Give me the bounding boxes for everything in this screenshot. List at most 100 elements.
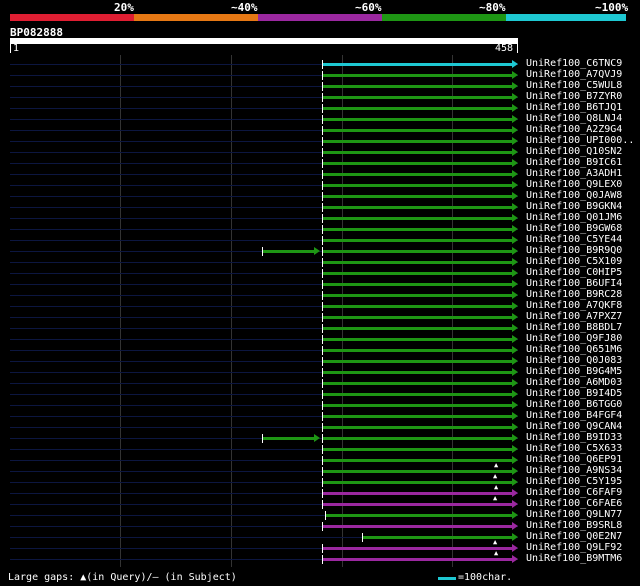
hit-alignment-bar[interactable] [322, 129, 512, 132]
hit-alignment-bar[interactable] [322, 547, 512, 550]
hit-name-link[interactable]: UniRef100_C0HIP5 [526, 267, 622, 278]
hit-name-link[interactable]: UniRef100_C6TNC9 [526, 58, 622, 69]
hit-alignment-bar[interactable] [322, 470, 512, 473]
hit-name-link[interactable]: UniRef100_Q01JM6 [526, 212, 622, 223]
hit-name-link[interactable]: UniRef100_Q9FJ80 [526, 333, 622, 344]
hit-name-link[interactable]: UniRef100_A7PXZ7 [526, 311, 622, 322]
arrow-right-icon [512, 115, 518, 123]
hit-alignment-bar[interactable] [322, 162, 512, 165]
hit-alignment-bar[interactable] [322, 382, 512, 385]
hit-alignment-bar[interactable] [322, 503, 512, 506]
hit-alignment-bar[interactable] [322, 63, 512, 66]
hit-name-link[interactable]: UniRef100_B9SRL8 [526, 520, 622, 531]
hit-name-link[interactable]: UniRef100_A3ADH1 [526, 168, 622, 179]
hit-name-link[interactable]: UniRef100_B9ID33 [526, 432, 622, 443]
hit-alignment-bar[interactable] [322, 250, 512, 253]
hit-alignment-bar[interactable] [322, 404, 512, 407]
hit-name-link[interactable]: UniRef100_B8BDL7 [526, 322, 622, 333]
hit-name-link[interactable]: UniRef100_B9IC61 [526, 157, 622, 168]
hit-alignment-bar[interactable] [322, 206, 512, 209]
hit-name-link[interactable]: UniRef100_A7QKF8 [526, 300, 622, 311]
hit-alignment-bar[interactable] [322, 151, 512, 154]
hit-name-link[interactable]: UniRef100_B9MTM6 [526, 553, 622, 564]
hit-name-link[interactable]: UniRef100_Q8LNJ4 [526, 113, 622, 124]
hit-alignment-bar[interactable] [322, 371, 512, 374]
hit-name-link[interactable]: UniRef100_Q10SN2 [526, 146, 622, 157]
hit-alignment-bar[interactable] [322, 272, 512, 275]
hit-name-link[interactable]: UniRef100_Q9CAN4 [526, 421, 622, 432]
hit-alignment-bar[interactable] [322, 459, 512, 462]
hit-name-link[interactable]: UniRef100_C5WUL8 [526, 80, 622, 91]
hit-name-link[interactable]: UniRef100_B9R9Q0 [526, 245, 622, 256]
hit-alignment-bar[interactable] [322, 140, 512, 143]
hit-alignment-bar[interactable] [322, 525, 512, 528]
hit-alignment-bar[interactable] [322, 217, 512, 220]
hit-name-link[interactable]: UniRef100_A7QVJ9 [526, 69, 622, 80]
hit-start-tick [322, 104, 323, 113]
hit-name-link[interactable]: UniRef100_Q6EP91 [526, 454, 622, 465]
hit-alignment-bar[interactable] [322, 338, 512, 341]
hit-alignment-bar[interactable] [322, 327, 512, 330]
hit-name-link[interactable]: UniRef100_B7ZYR0 [526, 91, 622, 102]
hit-name-link[interactable]: UniRef100_Q0E2N7 [526, 531, 622, 542]
hit-alignment-bar[interactable] [322, 261, 512, 264]
hit-alignment-bar[interactable] [322, 195, 512, 198]
hit-name-link[interactable]: UniRef100_C5X633 [526, 443, 622, 454]
hit-alignment-bar[interactable] [322, 85, 512, 88]
hit-name-link[interactable]: UniRef100_B9G4M5 [526, 366, 622, 377]
hit-alignment-bar[interactable] [322, 173, 512, 176]
hit-name-link[interactable]: UniRef100_Q9LN77 [526, 509, 622, 520]
hit-alignment-bar[interactable] [322, 283, 512, 286]
hit-name-link[interactable]: UniRef100_C5YE44 [526, 234, 622, 245]
hit-alignment-bar[interactable] [322, 415, 512, 418]
hit-name-link[interactable]: UniRef100_B9GW68 [526, 223, 622, 234]
hit-extra-segment[interactable] [262, 437, 314, 440]
hit-alignment-bar[interactable] [322, 107, 512, 110]
hit-start-tick [322, 401, 323, 410]
hit-alignment-bar[interactable] [322, 184, 512, 187]
hit-alignment-bar[interactable] [322, 349, 512, 352]
hit-name-link[interactable]: UniRef100_C5Y195 [526, 476, 622, 487]
hit-alignment-bar[interactable] [322, 393, 512, 396]
hit-alignment-bar[interactable] [322, 448, 512, 451]
arrow-right-icon [512, 324, 518, 332]
hit-name-link[interactable]: UniRef100_B4FGF4 [526, 410, 622, 421]
hit-alignment-bar[interactable] [322, 239, 512, 242]
hit-name-link[interactable]: UniRef100_B6TGG0 [526, 399, 622, 410]
hit-name-link[interactable]: UniRef100_A2Z9G4 [526, 124, 622, 135]
hit-name-link[interactable]: UniRef100_Q9LF92 [526, 542, 622, 553]
hit-alignment-bar[interactable] [325, 514, 512, 517]
hit-alignment-bar[interactable] [322, 492, 512, 495]
hit-name-link[interactable]: UniRef100_B9GKN4 [526, 201, 622, 212]
hit-start-tick [322, 137, 323, 146]
hit-alignment-bar[interactable] [322, 558, 512, 561]
hit-alignment-bar[interactable] [322, 316, 512, 319]
hit-name-link[interactable]: UniRef100_A9NS34 [526, 465, 622, 476]
hit-name-link[interactable]: UniRef100_B6TJQ1 [526, 102, 622, 113]
hit-name-link[interactable]: UniRef100_Q9LEX0 [526, 179, 622, 190]
hit-name-link[interactable]: UniRef100_A6MD03 [526, 377, 622, 388]
hit-name-link[interactable]: UniRef100_B9I4D5 [526, 388, 622, 399]
hit-name-link[interactable]: UniRef100_Q0JAW8 [526, 190, 622, 201]
hit-alignment-bar[interactable] [322, 228, 512, 231]
hit-name-link[interactable]: UniRef100_Q0J083 [526, 355, 622, 366]
hit-name-link[interactable]: UniRef100_UPI000.. [526, 135, 634, 146]
hit-alignment-bar[interactable] [322, 294, 512, 297]
arrow-right-icon [512, 544, 518, 552]
hit-name-link[interactable]: UniRef100_C6FAF9 [526, 487, 622, 498]
hit-name-link[interactable]: UniRef100_C6FAE6 [526, 498, 622, 509]
hit-alignment-bar[interactable] [322, 96, 512, 99]
hit-extra-segment[interactable] [262, 250, 314, 253]
hit-alignment-bar[interactable] [322, 426, 512, 429]
hit-name-link[interactable]: UniRef100_B9RC28 [526, 289, 622, 300]
hit-alignment-bar[interactable] [322, 74, 512, 77]
hit-alignment-bar[interactable] [362, 536, 512, 539]
hit-name-link[interactable]: UniRef100_B6UFI4 [526, 278, 622, 289]
hit-name-link[interactable]: UniRef100_C5X109 [526, 256, 622, 267]
hit-alignment-bar[interactable] [322, 118, 512, 121]
hit-alignment-bar[interactable] [322, 481, 512, 484]
hit-alignment-bar[interactable] [322, 360, 512, 363]
hit-alignment-bar[interactable] [322, 437, 512, 440]
hit-name-link[interactable]: UniRef100_Q651M6 [526, 344, 622, 355]
hit-alignment-bar[interactable] [322, 305, 512, 308]
